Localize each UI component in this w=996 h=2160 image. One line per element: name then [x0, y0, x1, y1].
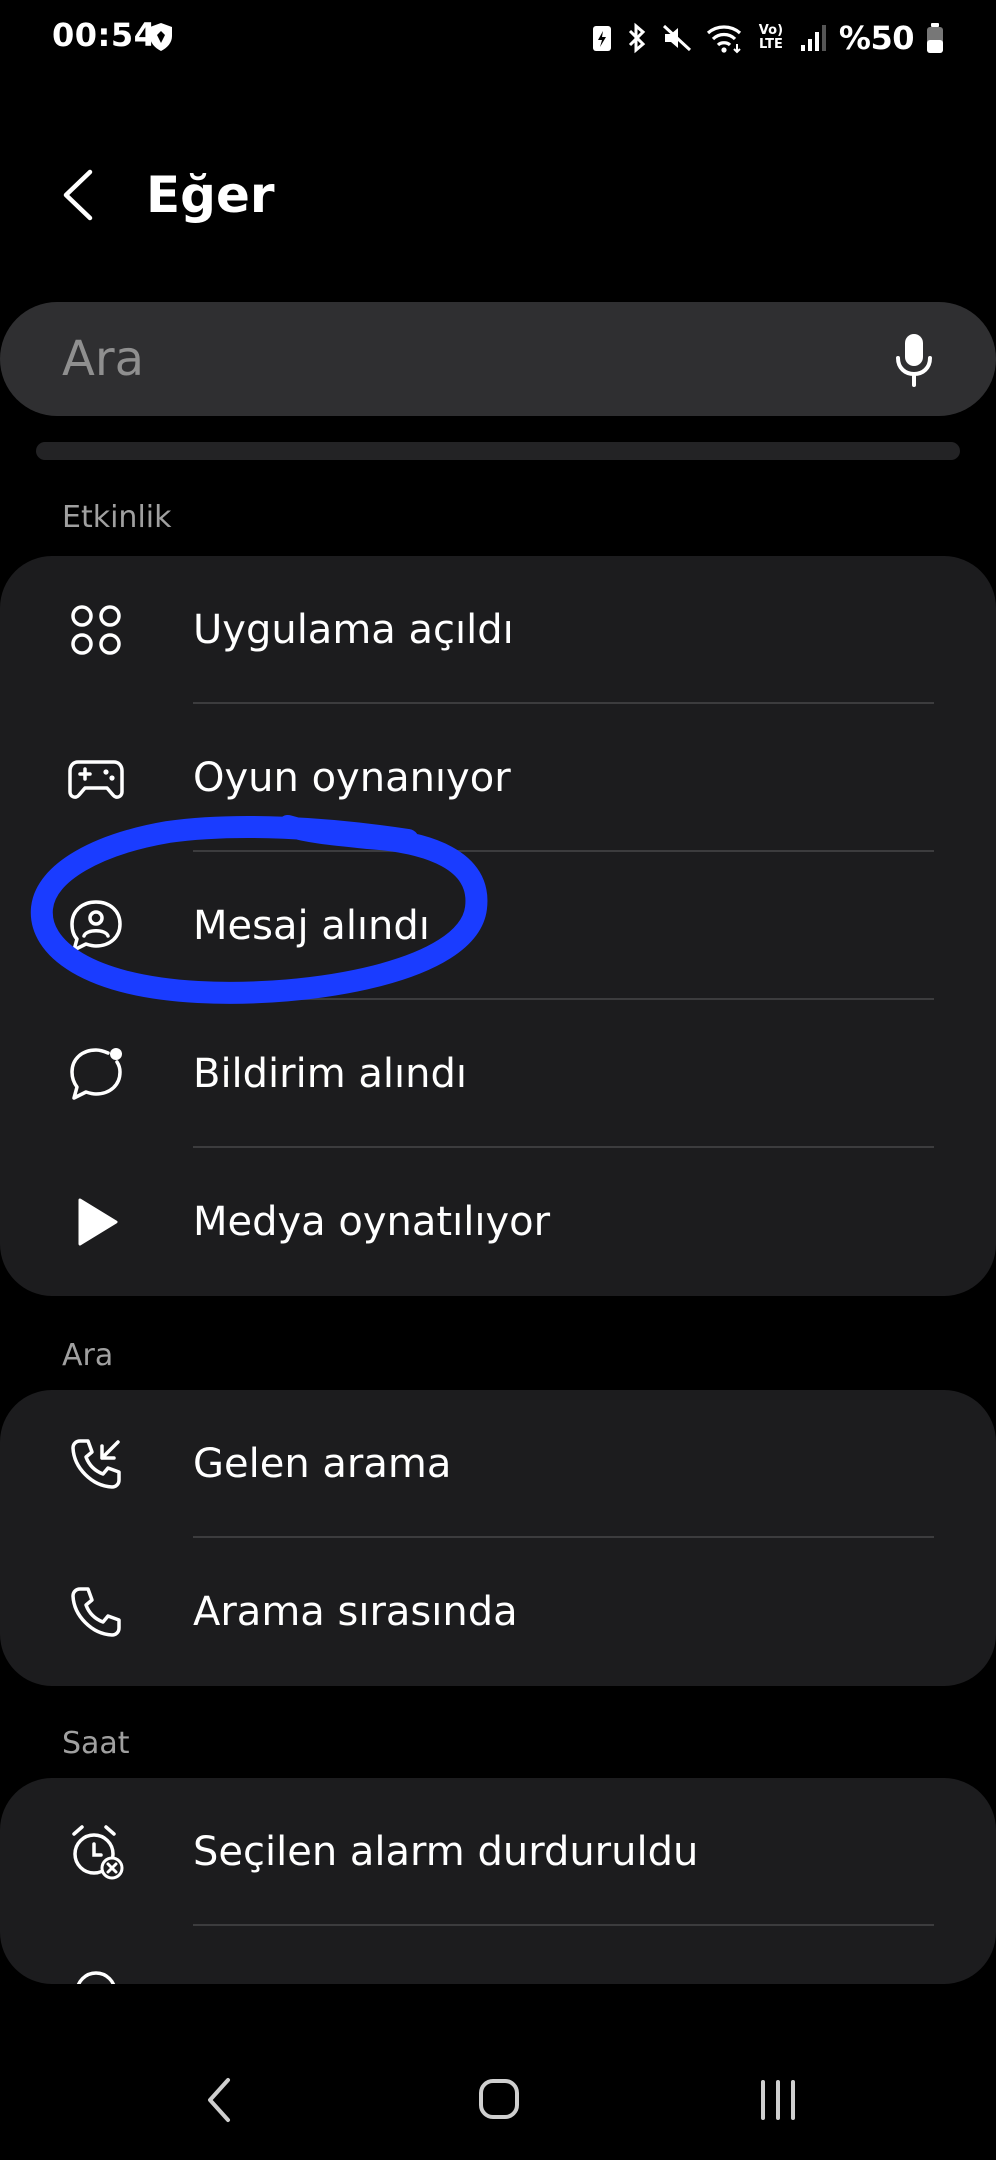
section-label-etkinlik: Etkinlik	[62, 500, 172, 535]
list-item-label: Gelen arama	[193, 1441, 452, 1487]
play-icon	[78, 1198, 118, 1246]
section-label-ara: Ara	[62, 1338, 114, 1373]
mute-icon	[662, 24, 691, 52]
battery-icon	[927, 23, 943, 53]
notification-bubble-icon	[70, 1048, 122, 1100]
search-bar[interactable]	[0, 302, 996, 416]
card-ara: Gelen arama Arama sırasında	[0, 1390, 996, 1686]
status-time: 00:54	[52, 16, 157, 54]
wifi-icon	[706, 25, 741, 54]
card-etkinlik: Uygulama açıldı Oyun oynanıyor Mesaj alı…	[0, 556, 996, 1296]
back-arrow-icon[interactable]	[58, 168, 98, 222]
section-label-saat: Saat	[62, 1726, 130, 1761]
list-item-during-call[interactable]: Arama sırasında	[0, 1538, 996, 1686]
list-item-label: Bildirim alındı	[193, 1051, 468, 1097]
phone-icon	[71, 1587, 121, 1637]
list-item-partial[interactable]	[0, 1926, 996, 1984]
volte-label: Vo) LTE	[758, 23, 784, 52]
bluetooth-icon	[628, 22, 646, 54]
list-item-alarm-dismissed[interactable]: Seçilen alarm durduruldu	[0, 1778, 996, 1926]
battery-level: %50	[838, 19, 915, 57]
shield-icon	[150, 23, 172, 51]
battery-saver-icon	[592, 26, 611, 51]
list-item-label: Arama sırasında	[193, 1589, 518, 1635]
nav-recent-apps-icon[interactable]	[758, 2078, 798, 2122]
incoming-call-icon	[71, 1439, 121, 1489]
list-item-label: Seçilen alarm durduruldu	[193, 1829, 699, 1875]
search-input[interactable]	[62, 302, 862, 416]
alarm-icon	[76, 1971, 116, 1984]
list-item-notification-received[interactable]: Bildirim alındı	[0, 1000, 996, 1148]
scroll-edge	[36, 442, 960, 460]
nav-home-icon[interactable]	[478, 2078, 520, 2120]
list-item-media-playing[interactable]: Medya oynatılıyor	[0, 1148, 996, 1296]
status-bar: 00:54 Vo) LTE %50	[0, 0, 996, 76]
alarm-off-icon	[72, 1825, 124, 1880]
nav-back-icon[interactable]	[204, 2076, 234, 2124]
list-item-incoming-call[interactable]: Gelen arama	[0, 1390, 996, 1538]
microphone-icon[interactable]	[894, 332, 934, 388]
list-item-label: Oyun oynanıyor	[193, 755, 511, 801]
gamepad-icon	[68, 760, 124, 799]
list-item-app-opened[interactable]: Uygulama açıldı	[0, 556, 996, 704]
list-item-label: Mesaj alındı	[193, 903, 430, 949]
message-person-icon	[70, 900, 122, 952]
page-title: Eğer	[146, 166, 275, 224]
list-item-label: Medya oynatılıyor	[193, 1199, 551, 1245]
signal-icon	[800, 25, 826, 51]
card-saat: Seçilen alarm durduruldu	[0, 1778, 996, 1984]
list-item-game-playing[interactable]: Oyun oynanıyor	[0, 704, 996, 852]
list-item-label: Uygulama açıldı	[193, 607, 514, 653]
status-icons: Vo) LTE %50	[591, 18, 944, 58]
navigation-bar	[0, 2040, 996, 2160]
header: Eğer	[0, 150, 996, 240]
apps-icon	[71, 605, 121, 655]
list-item-message-received[interactable]: Mesaj alındı	[0, 852, 996, 1000]
